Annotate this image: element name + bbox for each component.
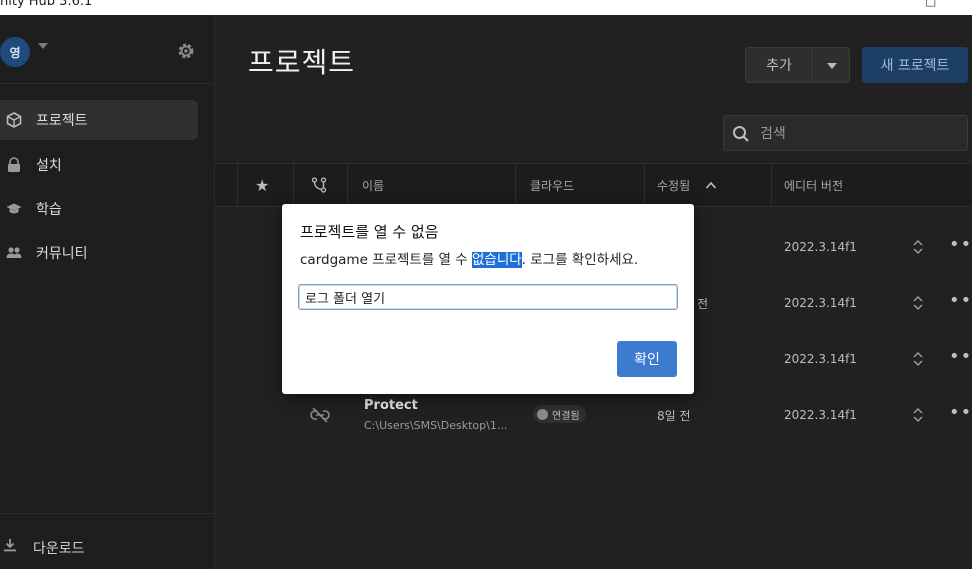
error-dialog: 프로젝트를 열 수 없음 cardgame 프로젝트를 열 수 없습니다. 로그… <box>282 204 694 394</box>
confirm-button[interactable]: 확인 <box>617 341 677 377</box>
dialog-message: cardgame 프로젝트를 열 수 없습니다. 로그를 확인하세요. <box>300 252 639 268</box>
selected-text: 없습니다 <box>471 252 522 268</box>
dialog-title: 프로젝트를 열 수 없음 <box>300 223 439 241</box>
open-log-folder-label: 로그 폴더 열기 <box>305 292 386 307</box>
open-log-folder-button[interactable]: 로그 폴더 열기 <box>298 284 678 310</box>
